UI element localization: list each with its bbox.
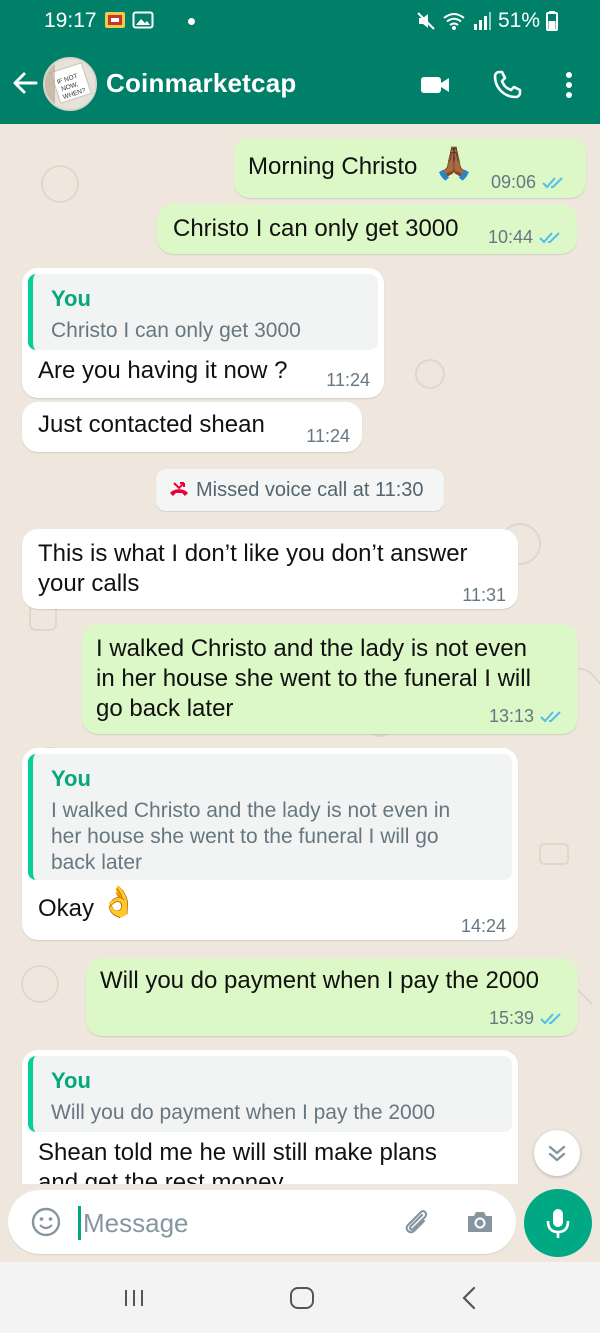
video-call-icon[interactable] xyxy=(418,68,452,102)
battery-percent: 51% xyxy=(497,9,540,32)
message-bubble-outgoing[interactable]: Will you do payment when I pay the 2000 … xyxy=(86,958,578,1036)
message-time: 15:39 xyxy=(488,1008,534,1028)
message-text-line: and get the rest money xyxy=(38,1169,284,1184)
wifi-icon xyxy=(443,13,465,30)
quoted-message[interactable]: You I walked Christo and the lady is not… xyxy=(28,754,512,880)
missed-call-notice[interactable]: Missed voice call at 11:30 xyxy=(156,469,444,511)
message-text-line: I walked Christo and the lady is not eve… xyxy=(96,635,527,662)
message-input[interactable]: Message xyxy=(83,1208,189,1239)
message-text: Okay xyxy=(38,895,95,922)
contact-avatar[interactable]: IF NOT NOW, WHEN? xyxy=(43,57,97,111)
notification-dot-icon xyxy=(188,18,195,25)
status-time: 19:17 xyxy=(44,9,97,32)
missed-call-text: Missed voice call at 11:30 xyxy=(196,479,424,501)
scroll-to-bottom-button[interactable] xyxy=(534,1130,580,1176)
missed-call-icon xyxy=(170,482,188,496)
message-time: 11:24 xyxy=(326,370,370,390)
scroll-down-icon xyxy=(548,1145,566,1162)
message-text: Are you having it now ? xyxy=(38,357,288,384)
read-ticks-icon xyxy=(540,710,561,722)
message-bubble-incoming[interactable]: This is what I don’t like you don’t answ… xyxy=(22,529,518,609)
message-text: Morning Christo xyxy=(248,153,418,180)
quoted-text-line: back later xyxy=(51,851,143,874)
read-ticks-icon xyxy=(540,1012,561,1024)
message-time: 14:24 xyxy=(460,916,506,936)
back-arrow-icon[interactable] xyxy=(10,68,40,98)
quoted-sender: You xyxy=(51,1068,91,1093)
quoted-message[interactable]: You Will you do payment when I pay the 2… xyxy=(28,1056,512,1132)
mute-icon xyxy=(417,12,435,30)
message-bubble-incoming[interactable]: You Will you do payment when I pay the 2… xyxy=(22,1050,518,1184)
message-list[interactable]: Morning Christo 🙏🏾 09:06 Christo I can o… xyxy=(0,124,600,1184)
message-bubble-incoming[interactable]: Just contacted shean 11:24 xyxy=(22,402,362,452)
more-vert-icon[interactable] xyxy=(552,68,586,102)
message-text: Will you do payment when I pay the 2000 xyxy=(100,967,539,994)
avatar-image: IF NOT NOW, WHEN? xyxy=(45,59,95,109)
quoted-message[interactable]: You Christo I can only get 3000 xyxy=(28,274,378,350)
mic-icon xyxy=(546,1209,570,1238)
battery-icon xyxy=(546,11,558,31)
message-input-box[interactable]: Message xyxy=(8,1190,516,1254)
text-caret xyxy=(78,1206,81,1240)
quoted-sender: You xyxy=(51,766,91,791)
message-text-line: your calls xyxy=(38,570,140,597)
message-meta: 10:44 xyxy=(488,227,563,248)
quoted-text: Will you do payment when I pay the 2000 xyxy=(51,1101,436,1124)
phone-icon[interactable] xyxy=(490,68,524,102)
message-time: 09:06 xyxy=(490,172,536,192)
camera-icon[interactable] xyxy=(464,1206,496,1238)
message-bubble-incoming[interactable]: You Christo I can only get 3000 Are you … xyxy=(22,268,384,398)
message-meta: 15:39 xyxy=(489,1008,564,1029)
read-ticks-icon xyxy=(542,176,563,188)
message-bubble-outgoing[interactable]: Christo I can only get 3000 10:44 xyxy=(157,204,577,254)
message-text-line: in her house she went to the funeral I w… xyxy=(96,665,531,692)
attach-icon[interactable] xyxy=(400,1206,432,1238)
message-time: 10:44 xyxy=(487,227,533,247)
quoted-sender: You xyxy=(51,286,91,311)
message-time: 11:31 xyxy=(462,585,506,605)
message-meta: 09:06 xyxy=(491,172,566,193)
contact-name[interactable]: Coinmarketcap xyxy=(106,68,296,99)
emoji-icon[interactable] xyxy=(30,1206,62,1238)
message-bubble-incoming[interactable]: You I walked Christo and the lady is not… xyxy=(22,748,518,940)
message-meta: 13:13 xyxy=(489,706,564,727)
message-time: 11:24 xyxy=(306,426,350,446)
message-text: Christo I can only get 3000 xyxy=(173,215,459,242)
nav-back-icon[interactable] xyxy=(456,1284,484,1312)
message-composer: Message xyxy=(0,1184,600,1262)
message-bubble-outgoing[interactable]: I walked Christo and the lady is not eve… xyxy=(82,624,578,734)
message-text: Just contacted shean xyxy=(38,411,265,438)
quoted-text-line: I walked Christo and the lady is not eve… xyxy=(51,799,451,822)
message-time: 13:13 xyxy=(488,706,534,726)
system-nav-bar xyxy=(0,1262,600,1333)
gallery-notification-icon xyxy=(132,11,154,29)
message-emoji: 🙏🏾 xyxy=(434,145,474,181)
message-text-line: Shean told me he will still make plans xyxy=(38,1139,437,1166)
message-emoji: 👌 xyxy=(100,886,138,919)
home-icon[interactable] xyxy=(288,1284,316,1312)
voice-message-button[interactable] xyxy=(524,1189,592,1257)
app-notification-icon xyxy=(105,12,125,28)
read-ticks-icon xyxy=(539,231,560,243)
message-text-line: go back later xyxy=(96,695,234,722)
message-bubble-outgoing[interactable]: Morning Christo 🙏🏾 09:06 xyxy=(234,138,586,198)
status-bar: 19:17 51% xyxy=(0,0,600,44)
message-text-line: This is what I don’t like you don’t answ… xyxy=(38,540,468,567)
signal-icon xyxy=(473,12,491,30)
recent-apps-icon[interactable] xyxy=(120,1284,148,1312)
chat-header: IF NOT NOW, WHEN? Coinmarketcap xyxy=(0,44,600,124)
quoted-text-line: her house she went to the funeral I will… xyxy=(51,825,439,848)
quoted-text: Christo I can only get 3000 xyxy=(51,319,301,342)
